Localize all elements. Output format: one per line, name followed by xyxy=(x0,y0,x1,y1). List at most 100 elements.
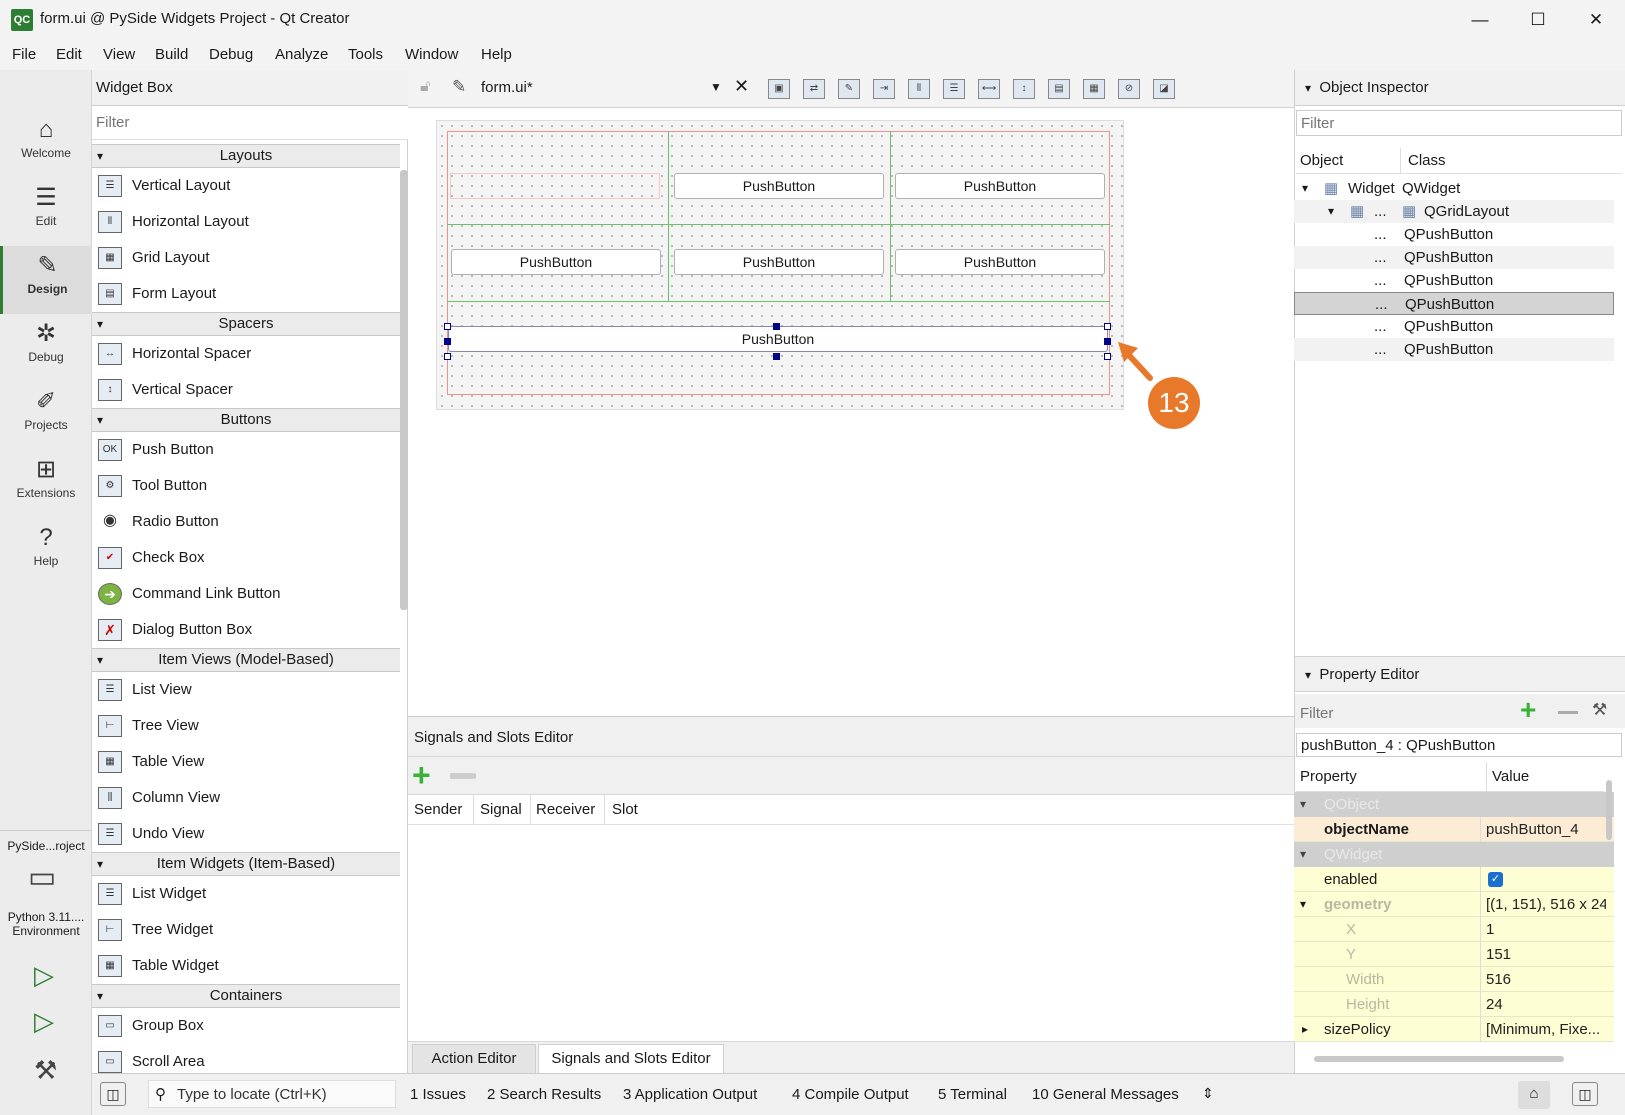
widget-item-clipped[interactable]: ▭ Scroll Area xyxy=(92,1044,400,1073)
form-widget[interactable]: PushButton PushButton PushButton PushBut… xyxy=(436,120,1124,410)
edit-signals-icon[interactable]: ⇄ xyxy=(803,79,825,99)
property-editor-vscrollbar[interactable] xyxy=(1606,780,1612,840)
tree-row[interactable]: ... QPushButton xyxy=(1294,338,1614,361)
project-label[interactable]: PySide...roject xyxy=(0,830,92,853)
close-button[interactable]: ✕ xyxy=(1567,0,1625,40)
section-qobject[interactable]: ▾ QObject xyxy=(1294,792,1614,817)
close-document-icon[interactable]: ✕ xyxy=(734,76,749,97)
section-qwidget[interactable]: ▾ QWidget xyxy=(1294,842,1614,867)
category-layouts[interactable]: ▾ Layouts xyxy=(92,144,400,168)
category-spacers[interactable]: ▾ Spacers xyxy=(92,312,400,336)
tab-action-editor[interactable]: Action Editor xyxy=(412,1044,536,1074)
debug-run-icon[interactable]: ▷ xyxy=(34,1006,54,1037)
widget-item[interactable]: ⦀ Horizontal Layout xyxy=(92,204,400,240)
widget-item[interactable]: ✗ Dialog Button Box xyxy=(92,612,400,648)
widget-item[interactable]: ▭ Group Box xyxy=(92,1008,400,1044)
column-sender[interactable]: Sender xyxy=(414,801,462,818)
remove-connection-icon[interactable] xyxy=(450,773,476,779)
push-button[interactable]: PushButton xyxy=(674,173,884,199)
chevron-down-icon[interactable]: ▾ xyxy=(1305,81,1311,95)
resize-handle[interactable] xyxy=(773,353,780,360)
resize-handle[interactable] xyxy=(444,338,451,345)
mode-edit[interactable]: ☰ Edit xyxy=(0,178,92,246)
menu-debug[interactable]: Debug xyxy=(209,46,253,63)
layout-form-icon[interactable]: ▤ xyxy=(1048,79,1070,99)
tree-row-selected[interactable]: ... QPushButton xyxy=(1294,292,1614,315)
layout-vertical-icon[interactable]: ☰ xyxy=(943,79,965,99)
mode-debug[interactable]: ✲ Debug xyxy=(0,314,92,382)
property-row[interactable]: Width 516 xyxy=(1294,967,1614,992)
property-editor-hscrollbar[interactable] xyxy=(1314,1056,1564,1062)
menu-edit[interactable]: Edit xyxy=(56,46,82,63)
widget-item[interactable]: ☰ Vertical Layout xyxy=(92,168,400,204)
layout-grid-icon[interactable]: ▦ xyxy=(1083,79,1105,99)
push-button[interactable]: PushButton xyxy=(451,249,661,275)
tree-row[interactable]: ▾ ▦ ... ▦ QGridLayout xyxy=(1294,200,1614,223)
menu-file[interactable]: File xyxy=(12,46,36,63)
widget-item[interactable]: ▦ Table View xyxy=(92,744,400,780)
chevron-down-icon[interactable]: ▾ xyxy=(1302,177,1308,200)
run-icon[interactable]: ▷ xyxy=(34,960,54,991)
maximize-button[interactable]: ☐ xyxy=(1509,0,1567,40)
push-button[interactable]: PushButton xyxy=(895,173,1105,199)
push-button[interactable]: PushButton xyxy=(674,249,884,275)
tree-row[interactable]: ... QPushButton xyxy=(1294,269,1614,292)
pane-application-output[interactable]: 3 Application Output xyxy=(623,1086,757,1103)
property-row[interactable]: X1 xyxy=(1294,917,1614,942)
category-containers[interactable]: ▾ Containers xyxy=(92,984,400,1008)
tree-row[interactable]: ... QPushButton xyxy=(1294,246,1614,269)
edit-buddies-icon[interactable]: ✎ xyxy=(838,79,860,99)
widget-item[interactable]: ↔ Horizontal Spacer xyxy=(92,336,400,372)
widget-item[interactable]: ◉ Radio Button xyxy=(92,504,400,540)
pane-terminal[interactable]: 5 Terminal xyxy=(938,1086,1007,1103)
category-buttons[interactable]: ▾ Buttons xyxy=(92,408,400,432)
category-item-widgets[interactable]: ▾ Item Widgets (Item-Based) xyxy=(92,852,400,876)
push-button[interactable]: PushButton xyxy=(895,249,1105,275)
edit-widgets-icon[interactable]: ▣ xyxy=(768,79,790,99)
widget-item[interactable]: ▦ Table Widget xyxy=(92,948,400,984)
menu-analyze[interactable]: Analyze xyxy=(275,46,328,63)
toggle-right-sidebar-icon[interactable]: ◫ xyxy=(1572,1082,1598,1106)
property-row[interactable]: ▸ sizePolicy [Minimum, Fixe... xyxy=(1294,1017,1614,1042)
mode-design[interactable]: ✎ Design xyxy=(0,246,92,314)
mode-projects[interactable]: ✐ Projects xyxy=(0,382,92,450)
column-value[interactable]: Value xyxy=(1492,768,1529,785)
remove-property-icon[interactable] xyxy=(1558,711,1578,714)
tree-row[interactable]: ... QPushButton xyxy=(1294,223,1614,246)
layout-horizontal-icon[interactable]: ⦀ xyxy=(908,79,930,99)
tree-row[interactable]: ▾ ▦ Widget QWidget xyxy=(1294,177,1614,200)
resize-handle[interactable] xyxy=(1104,338,1111,345)
resize-handle[interactable] xyxy=(1104,353,1111,360)
tree-row[interactable]: ... QPushButton xyxy=(1294,315,1614,338)
widget-item[interactable]: ✔ Check Box xyxy=(92,540,400,576)
resize-handle[interactable] xyxy=(773,323,780,330)
widget-item[interactable]: ☰ List Widget xyxy=(92,876,400,912)
pane-search-results[interactable]: 2 Search Results xyxy=(487,1086,601,1103)
menu-help[interactable]: Help xyxy=(481,46,512,63)
property-row[interactable]: objectName pushButton_4 xyxy=(1294,817,1614,842)
column-receiver[interactable]: Receiver xyxy=(536,801,595,818)
chevron-down-icon[interactable]: ▾ xyxy=(1300,842,1306,867)
monitor-icon[interactable]: ▭ xyxy=(28,860,56,895)
menu-build[interactable]: Build xyxy=(155,46,188,63)
splitter-horizontal-icon[interactable]: ⟷ xyxy=(978,79,1000,99)
column-class[interactable]: Class xyxy=(1408,152,1446,169)
toggle-sidebar-icon[interactable]: ◫ xyxy=(100,1082,126,1106)
tab-signals-slots-editor[interactable]: Signals and Slots Editor xyxy=(538,1044,724,1074)
minimize-button[interactable]: — xyxy=(1451,0,1509,40)
add-connection-icon[interactable]: + xyxy=(412,757,431,793)
menu-tools[interactable]: Tools xyxy=(348,46,383,63)
configure-wand-icon[interactable]: ⚒ xyxy=(1592,700,1607,720)
splitter-vertical-icon[interactable]: ↕ xyxy=(1013,79,1035,99)
more-panes-icon[interactable]: ⇕ xyxy=(1202,1085,1214,1102)
progress-toggle-icon[interactable]: ⌂ xyxy=(1518,1081,1550,1109)
resize-handle[interactable] xyxy=(1104,323,1111,330)
widget-item[interactable]: ⊢ Tree Widget xyxy=(92,912,400,948)
chevron-down-icon[interactable]: ▾ xyxy=(1300,892,1306,917)
break-layout-icon[interactable]: ⊘ xyxy=(1118,79,1140,99)
menu-window[interactable]: Window xyxy=(405,46,458,63)
widget-item[interactable]: OK Push Button xyxy=(92,432,400,468)
enabled-checkbox[interactable]: ✓ xyxy=(1488,872,1503,887)
pane-general-messages[interactable]: 10 General Messages xyxy=(1032,1086,1179,1103)
property-row[interactable]: Y 151 xyxy=(1294,942,1614,967)
